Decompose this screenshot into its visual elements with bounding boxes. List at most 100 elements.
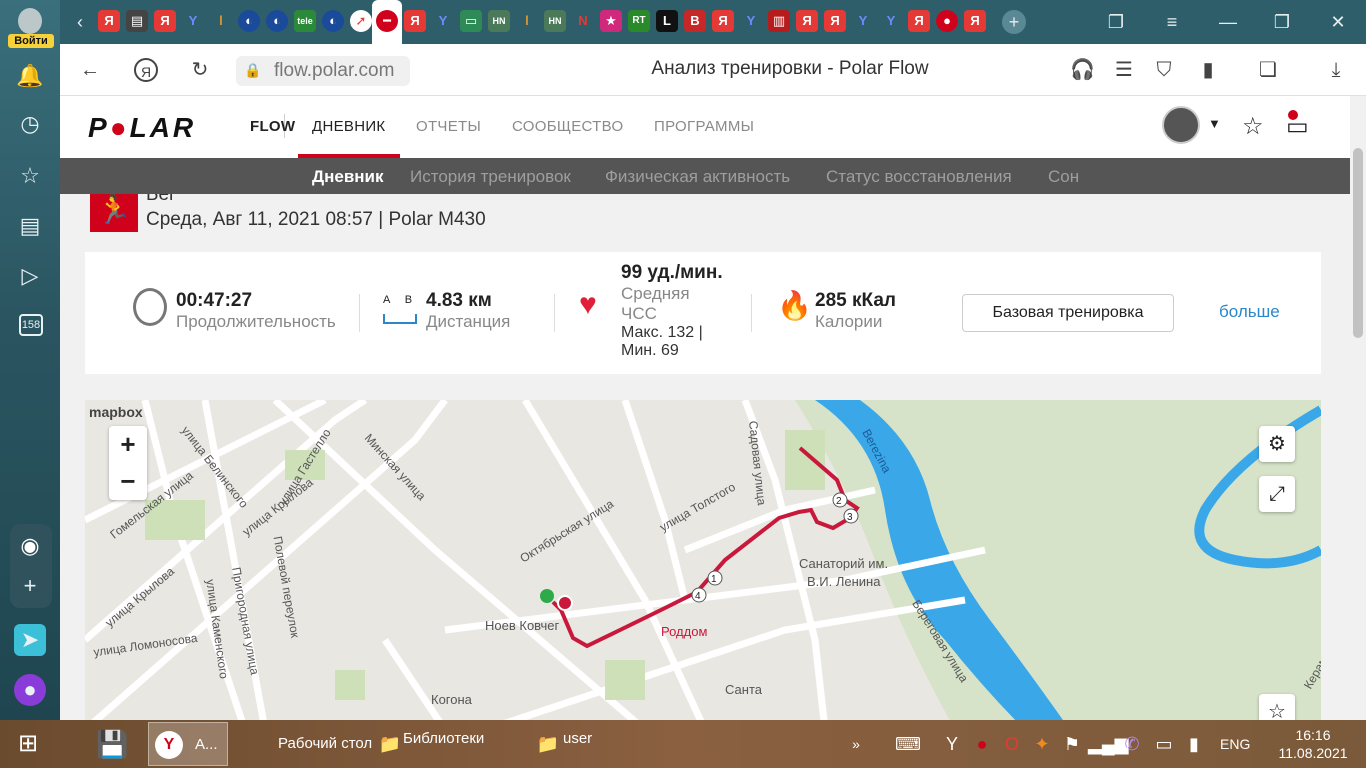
tab-favicon[interactable]: L bbox=[656, 10, 678, 32]
tab-favicon[interactable]: ◐ bbox=[238, 10, 260, 32]
tab-favicon[interactable]: tele bbox=[294, 10, 316, 32]
map-favorite-star-icon[interactable]: ☆ bbox=[1259, 694, 1295, 720]
network-icon[interactable]: ▂▄▆ bbox=[1088, 730, 1128, 758]
tab-favicon[interactable]: Я bbox=[796, 10, 818, 32]
clock[interactable]: 16:16 11.08.2021 bbox=[1268, 726, 1358, 762]
tab-favicon[interactable]: ▤ bbox=[126, 10, 148, 32]
bell-icon[interactable]: 🔔 bbox=[14, 60, 46, 92]
language-indicator[interactable]: ENG bbox=[1220, 736, 1250, 752]
tab-favicon[interactable]: Я bbox=[712, 10, 734, 32]
tab-favicon[interactable]: ǀ bbox=[516, 10, 538, 32]
close-icon[interactable]: ✕ bbox=[1326, 10, 1350, 34]
url-field[interactable]: flow.polar.com bbox=[236, 56, 410, 86]
tab-favicon[interactable]: ◐ bbox=[322, 10, 344, 32]
mapbox-logo[interactable]: mapbox bbox=[89, 404, 143, 420]
avast-icon[interactable]: ✦ bbox=[1028, 730, 1056, 758]
login-button[interactable]: Войти bbox=[8, 34, 54, 48]
menu-icon[interactable]: ≡ bbox=[1160, 10, 1184, 34]
subnav-sleep[interactable]: Сон bbox=[1048, 167, 1079, 187]
battery-icon[interactable]: ▮ bbox=[1180, 730, 1208, 758]
map-settings-gear-icon[interactable]: ⚙ bbox=[1259, 426, 1295, 462]
bookmark-icon[interactable]: ▮ bbox=[1196, 58, 1220, 82]
subnav-recovery[interactable]: Статус восстановления bbox=[826, 167, 1012, 187]
taskbar-user[interactable]: user bbox=[563, 730, 592, 747]
history-icon[interactable]: ◷ bbox=[14, 108, 46, 140]
tab-list-icon[interactable]: ❐ bbox=[1104, 10, 1128, 34]
chevron-down-icon[interactable]: ▼ bbox=[1208, 116, 1221, 131]
user-avatar[interactable] bbox=[1162, 106, 1200, 144]
tab-favicon[interactable]: Я bbox=[908, 10, 930, 32]
nav-diary[interactable]: ДНЕВНИК bbox=[312, 118, 385, 135]
tray-expand-icon[interactable]: » bbox=[842, 730, 870, 758]
tab-active[interactable]: ━ bbox=[372, 0, 402, 44]
tab-favicon[interactable]: ➚ bbox=[350, 10, 372, 32]
yandex-icon[interactable]: Я bbox=[134, 58, 158, 82]
download-icon[interactable]: ⤓ bbox=[1324, 58, 1348, 82]
user-folder-icon[interactable]: 📁 bbox=[534, 730, 562, 758]
tab-favicon[interactable]: Я bbox=[404, 10, 426, 32]
viber-icon[interactable]: ✆ bbox=[1118, 730, 1146, 758]
tab-favicon[interactable]: ǀ bbox=[210, 10, 232, 32]
display-icon[interactable]: ▭ bbox=[1150, 730, 1178, 758]
fullscreen-icon[interactable]: ⤢ bbox=[1259, 476, 1295, 512]
route-map[interactable]: 1 2 3 4 mapbox улица Гастелло улица Бели… bbox=[85, 400, 1321, 720]
subnav-activity[interactable]: Физическая активность bbox=[605, 167, 790, 187]
restore-icon[interactable]: ❐ bbox=[1270, 10, 1294, 34]
tray-red-icon[interactable]: ● bbox=[968, 730, 996, 758]
lock-icon[interactable]: 🔒 bbox=[244, 62, 262, 80]
nav-community[interactable]: СООБЩЕСТВО bbox=[512, 118, 623, 135]
tab-favicon[interactable]: HN bbox=[488, 10, 510, 32]
windows-start-icon[interactable]: ⊞ bbox=[14, 730, 42, 758]
taskbar-desktop[interactable]: Рабочий стол bbox=[278, 735, 372, 752]
tab-favicon[interactable]: Я bbox=[98, 10, 120, 32]
tab-favicon[interactable]: RT bbox=[628, 10, 650, 32]
new-tab-icon[interactable]: + bbox=[1002, 10, 1026, 34]
tab-favicon[interactable]: Я bbox=[824, 10, 846, 32]
tab-favicon[interactable]: Я bbox=[154, 10, 176, 32]
tab-favicon[interactable]: Y bbox=[432, 10, 454, 32]
play-icon[interactable]: ▷ bbox=[14, 260, 46, 292]
tab-favicon[interactable]: ● bbox=[936, 10, 958, 32]
yandex-tray-icon[interactable]: Y bbox=[938, 730, 966, 758]
add-app-icon[interactable]: + bbox=[14, 570, 46, 602]
tab-favicon[interactable]: HN bbox=[544, 10, 566, 32]
taskbar-libraries[interactable]: Библиотеки bbox=[403, 730, 484, 747]
tabs-back-icon[interactable]: ‹ bbox=[68, 10, 92, 34]
zoom-in-button[interactable]: + bbox=[109, 426, 147, 463]
tab-favicon[interactable]: ★ bbox=[600, 10, 622, 32]
tab-favicon[interactable]: ▥ bbox=[768, 10, 790, 32]
page-scrollbar[interactable] bbox=[1350, 96, 1366, 720]
reload-icon[interactable]: ↻ bbox=[188, 58, 212, 82]
back-icon[interactable]: ← bbox=[78, 58, 102, 82]
messenger-icon[interactable]: ➤ bbox=[14, 624, 46, 656]
tab-favicon[interactable]: N bbox=[572, 10, 594, 32]
keyboard-icon[interactable]: ⌨ bbox=[894, 730, 922, 758]
taskbar-yandex-browser[interactable]: Y А... bbox=[148, 722, 228, 766]
scrollbar-thumb[interactable] bbox=[1353, 148, 1363, 338]
favorites-star-icon[interactable]: ☆ bbox=[1242, 112, 1264, 141]
polar-logo[interactable]: P●LAR bbox=[88, 112, 196, 144]
subnav-history[interactable]: История тренировок bbox=[410, 167, 571, 187]
nav-reports[interactable]: ОТЧЕТЫ bbox=[416, 118, 481, 135]
profile-avatar[interactable] bbox=[18, 8, 42, 34]
minimize-icon[interactable]: — bbox=[1216, 10, 1240, 34]
tab-favicon[interactable]: Y bbox=[740, 10, 762, 32]
tab-favicon[interactable]: ▭ bbox=[460, 10, 482, 32]
tab-favicon[interactable]: B bbox=[684, 10, 706, 32]
downloads-badge[interactable]: 158 bbox=[19, 314, 43, 336]
opera-icon[interactable]: O bbox=[998, 730, 1026, 758]
zoom-out-button[interactable]: − bbox=[109, 463, 147, 500]
nav-programs[interactable]: ПРОГРАММЫ bbox=[654, 118, 754, 135]
tab-favicon[interactable]: Y bbox=[182, 10, 204, 32]
tab-favicon[interactable]: Я bbox=[964, 10, 986, 32]
collections-icon[interactable]: ❏ bbox=[1256, 58, 1280, 82]
tab-favicon[interactable]: Y bbox=[852, 10, 874, 32]
nav-flow[interactable]: FLOW bbox=[250, 118, 295, 135]
reader-icon[interactable]: ☰ bbox=[1112, 58, 1136, 82]
extensions-icon[interactable]: ⛉ bbox=[1152, 58, 1176, 82]
headphones-icon[interactable]: 🎧 bbox=[1070, 58, 1095, 82]
libraries-folder-icon[interactable]: 📁 bbox=[376, 730, 404, 758]
collections-icon[interactable]: ▤ bbox=[14, 210, 46, 242]
alice-icon[interactable]: ● bbox=[14, 674, 46, 706]
basic-training-button[interactable]: Базовая тренировка bbox=[962, 294, 1174, 332]
